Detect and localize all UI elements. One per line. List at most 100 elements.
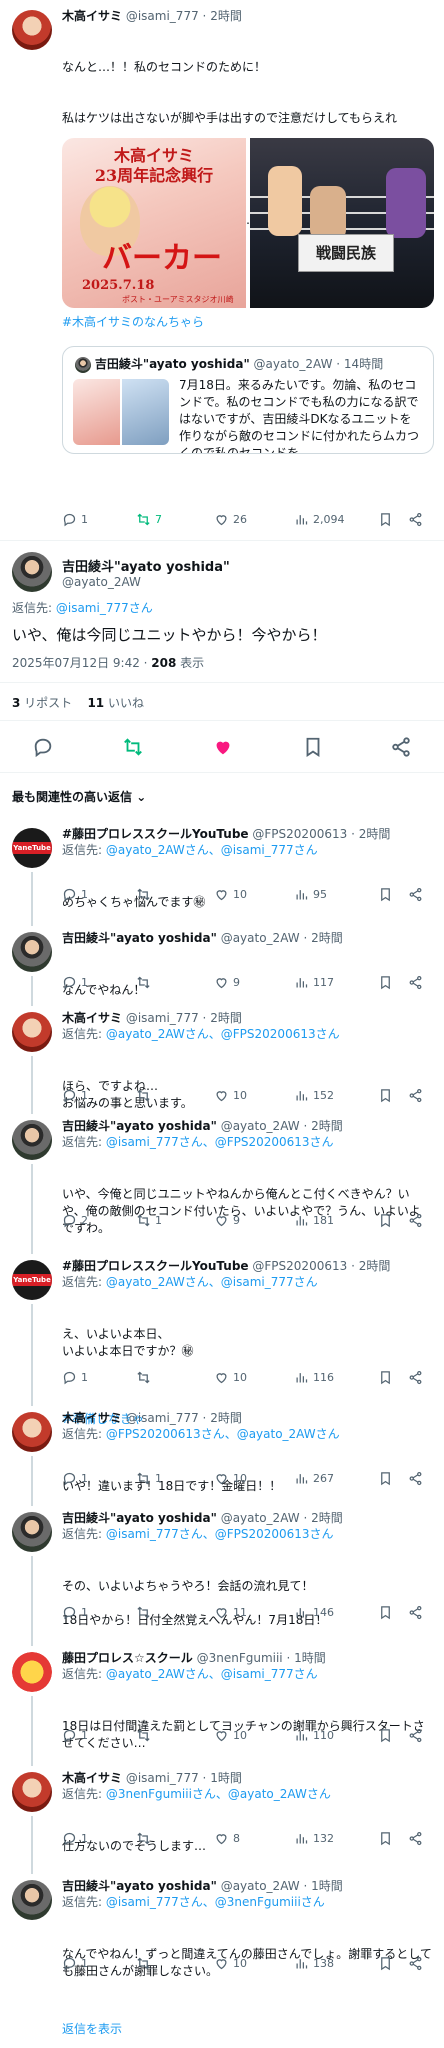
bookmark-button[interactable] xyxy=(302,736,324,758)
tweet-media[interactable]: 木高イサミ 23周年記念興行 バーカー 2025.7.18 ポスト・ユーアミスタ… xyxy=(62,138,434,308)
retweet-button[interactable] xyxy=(136,1086,155,1104)
tweet-time[interactable]: 1時間 xyxy=(311,1879,343,1893)
bookmark-button[interactable] xyxy=(378,973,393,991)
share-button[interactable] xyxy=(408,510,423,528)
views-button[interactable]: 181 xyxy=(294,1211,334,1229)
avatar-yoshida[interactable] xyxy=(12,552,52,592)
avatar-kidaka[interactable] xyxy=(12,10,52,50)
retweet-button[interactable]: 1 xyxy=(136,1211,162,1229)
views-button[interactable]: 110 xyxy=(294,1726,334,1744)
reply-button[interactable]: 1 xyxy=(62,1726,88,1744)
tweet-time[interactable]: 1時間 xyxy=(294,1651,326,1665)
tweet-time[interactable]: 1時間 xyxy=(210,1771,242,1785)
avatar-fps-youtube[interactable]: YaneTube xyxy=(12,1260,52,1300)
share-button[interactable] xyxy=(408,1726,423,1744)
views-button[interactable]: 146 xyxy=(294,1603,334,1621)
share-button[interactable] xyxy=(408,1829,423,1847)
reply-to-link[interactable]: @FPS20200613さん、@ayato_2AWさん xyxy=(106,1427,340,1441)
author-name[interactable]: 木高イサミ xyxy=(62,9,122,23)
share-button[interactable] xyxy=(408,885,423,903)
bookmark-button[interactable] xyxy=(378,1726,393,1744)
author-name[interactable]: 木高イサミ xyxy=(62,1771,122,1785)
reply-button[interactable]: 1 xyxy=(62,1829,88,1847)
reply-button[interactable]: 2 xyxy=(62,1211,88,1229)
author-name[interactable]: 吉田綾斗"ayato yoshida" xyxy=(62,1511,217,1525)
share-button[interactable] xyxy=(408,1469,423,1487)
avatar-kidaka[interactable] xyxy=(12,1412,52,1452)
author-handle[interactable]: @isami_777 xyxy=(126,9,199,23)
share-button[interactable] xyxy=(408,1211,423,1229)
retweet-button[interactable]: 7 xyxy=(136,510,162,528)
author-name[interactable]: #藤田プロレススクールYouTube xyxy=(62,827,249,841)
reply-button[interactable]: 1 xyxy=(62,885,88,903)
retweet-button[interactable] xyxy=(136,1829,155,1847)
author-handle[interactable]: @FPS20200613 xyxy=(252,1259,347,1273)
author-handle[interactable]: @ayato_2AW xyxy=(221,931,300,945)
author-handle[interactable]: @ayato_2AW xyxy=(221,1119,300,1133)
bookmark-button[interactable] xyxy=(378,885,393,903)
retweet-button[interactable] xyxy=(122,736,144,758)
bookmark-button[interactable] xyxy=(378,1086,393,1104)
share-button[interactable] xyxy=(408,1603,423,1621)
views-button[interactable]: 267 xyxy=(294,1469,334,1487)
like-button[interactable]: 9 xyxy=(214,973,240,991)
avatar-yoshida[interactable] xyxy=(12,1120,52,1160)
like-button[interactable]: 10 xyxy=(214,1726,247,1744)
author-name[interactable]: 木高イサミ xyxy=(62,1411,122,1425)
tweet-time[interactable]: 2時間 xyxy=(311,1511,343,1525)
reply-to-link[interactable]: @isami_777さん、@FPS20200613さん xyxy=(106,1135,334,1149)
views-button[interactable]: 116 xyxy=(294,1368,334,1386)
views-button[interactable]: 138 xyxy=(294,1954,334,1972)
timestamp[interactable]: 2025年07月12日 9:42 · xyxy=(12,656,151,670)
retweet-button[interactable] xyxy=(136,1368,155,1386)
retweet-button[interactable] xyxy=(136,1954,155,1972)
retweet-button[interactable] xyxy=(136,1726,155,1744)
avatar-yoshida[interactable] xyxy=(12,1512,52,1552)
reply-button[interactable] xyxy=(32,736,54,758)
reply-button[interactable]: 1 xyxy=(62,1469,88,1487)
author-name[interactable]: 吉田綾斗"ayato yoshida" xyxy=(62,1879,217,1893)
share-button[interactable] xyxy=(408,973,423,991)
reply-button[interactable]: 1 xyxy=(62,1603,88,1621)
reply-button[interactable]: 1 xyxy=(62,1954,88,1972)
bookmark-button[interactable] xyxy=(378,1954,393,1972)
reply-sort-selector[interactable]: 最も関連性の高い返信 ⌄ xyxy=(12,788,146,805)
author-name[interactable]: #藤田プロレススクールYouTube xyxy=(62,1259,249,1273)
author-handle[interactable]: @isami_777 xyxy=(126,1011,199,1025)
share-button[interactable] xyxy=(390,736,412,758)
like-button[interactable] xyxy=(212,736,234,758)
retweet-button[interactable] xyxy=(136,973,155,991)
tweet-time[interactable]: 2時間 xyxy=(210,9,242,23)
views-button[interactable]: 2,094 xyxy=(294,510,345,528)
reply-to-link[interactable]: @ayato_2AWさん、@isami_777さん xyxy=(106,1275,318,1289)
tweet-time[interactable]: 2時間 xyxy=(359,1259,391,1273)
tweet-time[interactable]: 2時間 xyxy=(210,1411,242,1425)
main-author-handle[interactable]: @ayato_2AW xyxy=(62,575,230,589)
bookmark-button[interactable] xyxy=(378,1211,393,1229)
like-button[interactable]: 10 xyxy=(214,1954,247,1972)
avatar-fujita-school[interactable] xyxy=(12,1652,52,1692)
views-button[interactable]: 117 xyxy=(294,973,334,991)
hashtag-link[interactable]: #木高イサミのなんちゃら xyxy=(62,314,432,331)
avatar-kidaka[interactable] xyxy=(12,1012,52,1052)
author-handle[interactable]: @ayato_2AW xyxy=(221,1511,300,1525)
reply-to-link[interactable]: @ayato_2AWさん、@isami_777さん xyxy=(106,843,318,857)
tweet-time[interactable]: 2時間 xyxy=(359,827,391,841)
author-handle[interactable]: @ayato_2AW xyxy=(221,1879,300,1893)
ring-photo-image[interactable]: 戦闘民族 xyxy=(250,138,434,308)
avatar-yoshida[interactable] xyxy=(12,1880,52,1920)
tweet-time[interactable]: 2時間 xyxy=(311,931,343,945)
like-button[interactable]: 10 xyxy=(214,1469,247,1487)
author-handle[interactable]: @isami_777 xyxy=(126,1771,199,1785)
reply-button[interactable]: 1 xyxy=(62,1086,88,1104)
reply-button[interactable]: 1 xyxy=(62,1368,88,1386)
share-button[interactable] xyxy=(408,1954,423,1972)
like-button[interactable]: 10 xyxy=(214,1086,247,1104)
reply-to-link[interactable]: @isami_777さん、@FPS20200613さん xyxy=(106,1527,334,1541)
event-poster-image[interactable]: 木高イサミ 23周年記念興行 バーカー 2025.7.18 ポスト・ユーアミスタ… xyxy=(62,138,246,308)
author-name[interactable]: 吉田綾斗"ayato yoshida" xyxy=(62,1119,217,1133)
author-name[interactable]: 吉田綾斗"ayato yoshida" xyxy=(62,931,217,945)
reply-to-link[interactable]: @isami_777さん、@3nenFgumiiiさん xyxy=(106,1895,325,1909)
like-button[interactable]: 9 xyxy=(214,1211,240,1229)
views-button[interactable]: 152 xyxy=(294,1086,334,1104)
